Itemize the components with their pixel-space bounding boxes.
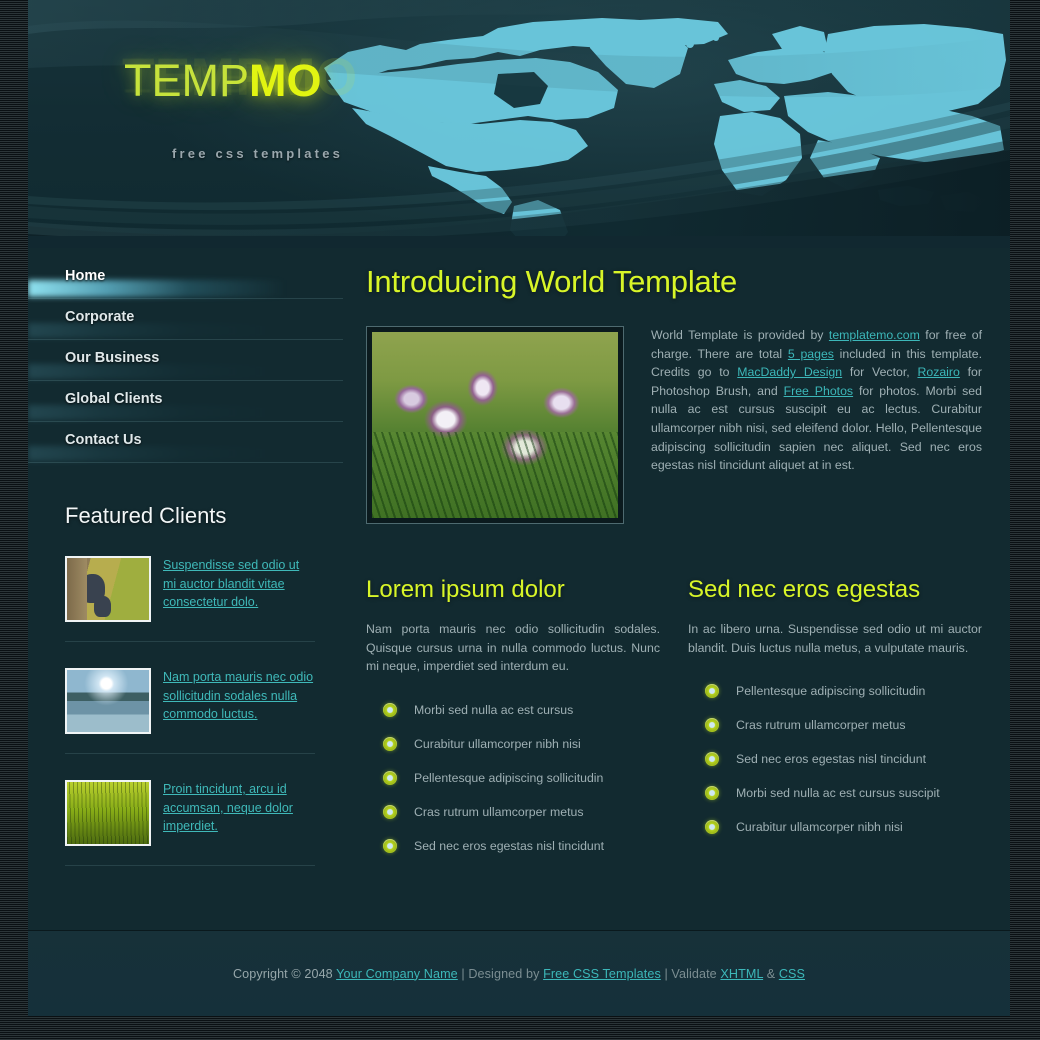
two-column-section: Lorem ipsum dolor Nam porta mauris nec o… bbox=[366, 576, 982, 863]
link-rozairo[interactable]: Rozairo bbox=[917, 365, 959, 379]
list-item: Morbi sed nulla ac est cursus suscipit bbox=[688, 776, 982, 810]
sidebar-item-our-business[interactable]: Our Business bbox=[28, 340, 343, 381]
link-free-css-templates[interactable]: Free CSS Templates bbox=[543, 967, 661, 981]
bullet-icon bbox=[705, 820, 719, 834]
site-logo[interactable]: TEMPMO TEMPMO TEMPMO bbox=[98, 48, 398, 107]
client-link[interactable]: Suspendisse sed odio ut mi auctor blandi… bbox=[163, 556, 315, 622]
page-container: TEMPMO TEMPMO TEMPMO free css templates … bbox=[28, 0, 1010, 1016]
list-item-label: Curabitur ullamcorper nibh nisi bbox=[736, 820, 903, 834]
client-thumbnail-lake bbox=[65, 668, 151, 734]
featured-clients-heading: Featured Clients bbox=[65, 503, 227, 528]
site-footer: Copyright © 2048 Your Company Name | Des… bbox=[28, 930, 1010, 1016]
nav-label: Corporate bbox=[65, 309, 135, 325]
intro-text-part: World Template is provided by bbox=[651, 328, 829, 342]
list-item: Curabitur ullamcorper nibh nisi bbox=[366, 727, 660, 761]
list-item: Morbi sed nulla ac est cursus bbox=[366, 693, 660, 727]
footer-copyright: Copyright © 2048 Your Company Name | Des… bbox=[233, 967, 805, 981]
client-link[interactable]: Proin tincidunt, arcu id accumsan, neque… bbox=[163, 780, 315, 846]
list-item: Cras rutrum ullamcorper metus bbox=[366, 795, 660, 829]
list-item[interactable]: Nam porta mauris nec odio sollicitudin s… bbox=[65, 661, 315, 754]
page-title: Introducing World Template bbox=[366, 264, 738, 299]
footer-text-part: & bbox=[763, 966, 779, 981]
link-xhtml[interactable]: XHTML bbox=[720, 967, 763, 981]
bullet-icon bbox=[705, 718, 719, 732]
nav-label: Contact Us bbox=[65, 432, 142, 448]
nav-label: Global Clients bbox=[65, 391, 163, 407]
bullet-icon bbox=[705, 684, 719, 698]
column-list: Pellentesque adipiscing sollicitudin Cra… bbox=[688, 674, 982, 844]
bullet-icon bbox=[383, 804, 397, 819]
bullet-icon bbox=[705, 752, 719, 766]
world-map-graphic bbox=[324, 18, 1006, 248]
footer-text-part: | Designed by bbox=[457, 966, 544, 981]
sidebar-item-corporate[interactable]: Corporate bbox=[28, 299, 343, 340]
intro-paragraph: World Template is provided by templatemo… bbox=[651, 326, 982, 475]
intro-text-part: for Vector, bbox=[842, 365, 918, 380]
list-item[interactable]: Suspendisse sed odio ut mi auctor blandi… bbox=[65, 549, 315, 642]
nav-label: Our Business bbox=[65, 350, 160, 366]
list-item-label: Morbi sed nulla ac est cursus suscipit bbox=[736, 786, 940, 800]
sidebar-item-contact-us[interactable]: Contact Us bbox=[28, 422, 343, 463]
intro-image-frame bbox=[366, 326, 624, 524]
column-paragraph: Nam porta mauris nec odio sollicitudin s… bbox=[366, 622, 660, 673]
bullet-icon bbox=[705, 786, 719, 800]
logo-reflection: TEMPMO bbox=[124, 57, 322, 101]
bullet-icon bbox=[383, 770, 397, 785]
client-thumbnail-grass bbox=[65, 780, 151, 846]
sidebar: Home Corporate Our Business Global Clien… bbox=[28, 248, 343, 930]
site-tagline: free css templates bbox=[172, 146, 344, 161]
list-item[interactable]: Proin tincidunt, arcu id accumsan, neque… bbox=[65, 773, 315, 866]
column-paragraph: In ac libero urna. Suspendisse sed odio … bbox=[688, 622, 982, 655]
list-item-label: Pellentesque adipiscing sollicitudin bbox=[736, 684, 926, 698]
client-link[interactable]: Nam porta mauris nec odio sollicitudin s… bbox=[163, 668, 315, 734]
link-templatemo[interactable]: templatemo.com bbox=[829, 328, 920, 342]
footer-text-part: Copyright © 2048 bbox=[232, 966, 337, 981]
site-header: TEMPMO TEMPMO TEMPMO free css templates bbox=[28, 0, 1010, 248]
nav-label: Home bbox=[65, 268, 106, 284]
list-item: Curabitur ullamcorper nibh nisi bbox=[688, 810, 982, 844]
sidebar-item-home[interactable]: Home bbox=[28, 258, 343, 299]
list-item-label: Sed nec eros egestas nisl tincidunt bbox=[414, 838, 605, 853]
link-macdaddy-design[interactable]: MacDaddy Design bbox=[737, 365, 842, 379]
main-content: Introducing World Template World Templat… bbox=[343, 248, 1010, 930]
list-item-label: Cras rutrum ullamcorper metus bbox=[736, 718, 906, 732]
body-wrapper: Home Corporate Our Business Global Clien… bbox=[28, 248, 1010, 930]
column-heading: Lorem ipsum dolor bbox=[366, 576, 565, 603]
list-item-label: Morbi sed nulla ac est cursus bbox=[414, 702, 574, 717]
list-item: Pellentesque adipiscing sollicitudin bbox=[366, 761, 660, 795]
intro-section: World Template is provided by templatemo… bbox=[366, 326, 982, 524]
link-your-company-name[interactable]: Your Company Name bbox=[336, 967, 458, 981]
list-item: Sed nec eros egestas nisl tincidunt bbox=[688, 742, 982, 776]
list-item-label: Cras rutrum ullamcorper metus bbox=[414, 804, 584, 819]
list-item: Cras rutrum ullamcorper metus bbox=[688, 708, 982, 742]
bullet-icon bbox=[383, 736, 397, 751]
bullet-icon bbox=[383, 702, 397, 717]
bullet-icon bbox=[383, 838, 397, 853]
list-item-label: Curabitur ullamcorper nibh nisi bbox=[414, 736, 581, 751]
column-right: Sed nec eros egestas In ac libero urna. … bbox=[688, 576, 982, 863]
main-navigation: Home Corporate Our Business Global Clien… bbox=[28, 258, 343, 463]
column-left: Lorem ipsum dolor Nam porta mauris nec o… bbox=[366, 576, 660, 863]
list-item-label: Pellentesque adipiscing sollicitudin bbox=[414, 770, 604, 785]
link-css[interactable]: CSS bbox=[779, 967, 805, 981]
list-item-label: Sed nec eros egestas nisl tincidunt bbox=[736, 752, 927, 766]
link-5-pages[interactable]: 5 pages bbox=[788, 347, 834, 361]
footer-text-part: | Validate bbox=[660, 966, 721, 981]
column-heading: Sed nec eros egestas bbox=[688, 576, 921, 603]
column-list: Morbi sed nulla ac est cursus Curabitur … bbox=[366, 693, 660, 863]
flowers-photo bbox=[372, 332, 618, 518]
client-thumbnail-bird bbox=[65, 556, 151, 622]
list-item: Pellentesque adipiscing sollicitudin bbox=[688, 674, 982, 708]
list-item: Sed nec eros egestas nisl tincidunt bbox=[366, 829, 660, 863]
link-free-photos[interactable]: Free Photos bbox=[784, 384, 853, 398]
sidebar-item-global-clients[interactable]: Global Clients bbox=[28, 381, 343, 422]
